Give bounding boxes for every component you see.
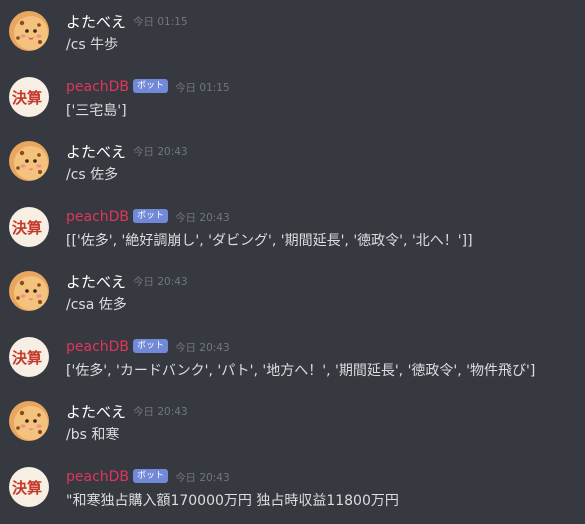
message-content: /csa 佐多 <box>66 297 127 313</box>
username[interactable]: よたべえ <box>66 11 126 32</box>
bot-tag: ボット <box>133 469 169 483</box>
message-content: /cs 佐多 <box>66 167 119 183</box>
message-content: ['佐多', 'カードバンク', 'パト', '地方へ！', '期間延長', '… <box>66 363 536 379</box>
bot-tag: ボット <box>133 79 169 93</box>
message-header: よたべえ 今日 20:43 <box>66 141 188 161</box>
badge-text: 決算 <box>12 479 42 497</box>
cookie-character-icon <box>9 271 49 311</box>
message: 決算 peachDB ボット 今日 20:43 "和寒独占購入額170000万円… <box>0 467 585 524</box>
cookie-character-icon <box>9 141 49 181</box>
message-header: peachDB ボット 今日 20:43 <box>66 337 230 357</box>
message: よたべえ 今日 01:15 /cs 牛歩 <box>0 11 585 71</box>
message-header: よたべえ 今日 01:15 <box>66 11 188 31</box>
bot-tag: ボット <box>133 209 169 223</box>
message: よたべえ 今日 20:43 /cs 佐多 <box>0 141 585 201</box>
message-content: ['三宅島'] <box>66 103 127 119</box>
timestamp: 今日 20:43 <box>133 405 188 418</box>
username[interactable]: peachDB <box>66 209 129 225</box>
username[interactable]: peachDB <box>66 339 129 355</box>
message-content: "和寒独占購入額170000万円 独占時収益11800万円 <box>66 493 399 509</box>
timestamp: 今日 01:15 <box>175 81 230 94</box>
badge-text: 決算 <box>12 219 42 237</box>
cookie-character-icon <box>9 401 49 441</box>
message-content: /bs 和寒 <box>66 427 120 443</box>
message-header: peachDB ボット 今日 20:43 <box>66 467 230 487</box>
timestamp: 今日 20:43 <box>175 211 230 224</box>
message-header: peachDB ボット 今日 01:15 <box>66 77 230 97</box>
message: 決算 peachDB ボット 今日 01:15 ['三宅島'] <box>0 77 585 137</box>
message: 決算 peachDB ボット 今日 20:43 [['佐多', '絶好調崩し',… <box>0 207 585 267</box>
username[interactable]: よたべえ <box>66 271 126 292</box>
badge-text: 決算 <box>12 89 42 107</box>
cookie-character-icon <box>9 11 49 51</box>
avatar[interactable]: 決算 <box>9 467 49 507</box>
timestamp: 今日 20:43 <box>175 341 230 354</box>
username[interactable]: peachDB <box>66 469 129 485</box>
timestamp: 今日 20:43 <box>133 145 188 158</box>
avatar[interactable] <box>9 141 49 181</box>
message: よたべえ 今日 20:43 /bs 和寒 <box>0 401 585 461</box>
username[interactable]: peachDB <box>66 79 129 95</box>
timestamp: 今日 01:15 <box>133 15 188 28</box>
username[interactable]: よたべえ <box>66 401 126 422</box>
avatar[interactable]: 決算 <box>9 77 49 117</box>
avatar[interactable] <box>9 11 49 51</box>
timestamp: 今日 20:43 <box>175 471 230 484</box>
kessan-badge-icon: 決算 <box>9 207 49 247</box>
timestamp: 今日 20:43 <box>133 275 188 288</box>
avatar[interactable]: 決算 <box>9 207 49 247</box>
kessan-badge-icon: 決算 <box>9 467 49 507</box>
avatar[interactable] <box>9 271 49 311</box>
badge-text: 決算 <box>12 349 42 367</box>
username[interactable]: よたべえ <box>66 141 126 162</box>
avatar[interactable] <box>9 401 49 441</box>
message: よたべえ 今日 20:43 /csa 佐多 <box>0 271 585 331</box>
message-header: よたべえ 今日 20:43 <box>66 271 188 291</box>
message-header: よたべえ 今日 20:43 <box>66 401 188 421</box>
bot-tag: ボット <box>133 339 169 353</box>
kessan-badge-icon: 決算 <box>9 337 49 377</box>
kessan-badge-icon: 決算 <box>9 77 49 117</box>
message-content: /cs 牛歩 <box>66 37 119 53</box>
message-header: peachDB ボット 今日 20:43 <box>66 207 230 227</box>
message: 決算 peachDB ボット 今日 20:43 ['佐多', 'カードバンク',… <box>0 337 585 397</box>
avatar[interactable]: 決算 <box>9 337 49 377</box>
message-content: [['佐多', '絶好調崩し', 'ダビング', '期間延長', '徳政令', … <box>66 233 473 249</box>
